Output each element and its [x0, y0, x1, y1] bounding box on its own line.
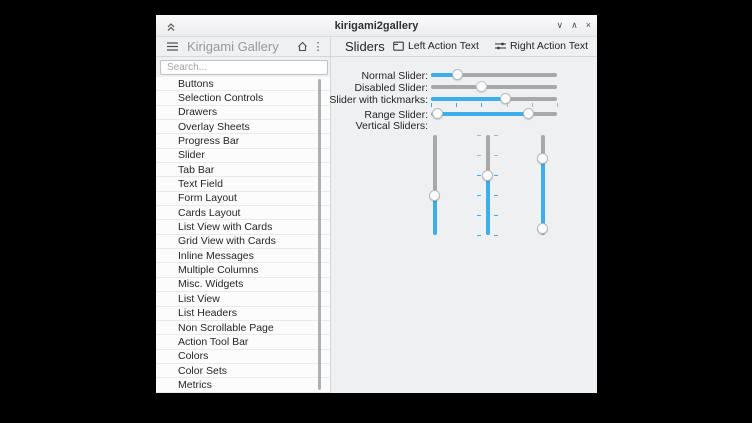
- sidebar-scrollbar[interactable]: [318, 79, 321, 390]
- document-icon: [393, 41, 404, 51]
- slider-tick: [477, 215, 481, 216]
- vertical-slider-2[interactable]: [482, 135, 493, 235]
- page-title: Sliders: [345, 39, 393, 54]
- slider-handle[interactable]: [452, 69, 463, 80]
- slider-tick: [494, 175, 498, 176]
- overflow-menu-icon[interactable]: ⋮: [310, 38, 326, 54]
- slider-fill: [431, 97, 505, 101]
- keep-above-icon[interactable]: [163, 19, 179, 35]
- list-item[interactable]: List Headers: [156, 307, 330, 321]
- slider-tick: [477, 195, 481, 196]
- list-item[interactable]: Slider: [156, 149, 330, 163]
- page-content: Normal Slider: Disabled Slider: Slider w…: [331, 56, 597, 393]
- app-title: Kirigami Gallery: [187, 39, 294, 54]
- slider-track[interactable]: [431, 112, 557, 116]
- disabled-slider: [431, 81, 557, 93]
- list-item[interactable]: List View: [156, 292, 330, 306]
- slider-tick: [477, 175, 481, 176]
- slider-tick: [494, 235, 498, 236]
- list-item[interactable]: Multiple Columns: [156, 263, 330, 277]
- slider-track[interactable]: [431, 73, 557, 77]
- list-item[interactable]: Colors: [156, 350, 330, 364]
- slider-handle[interactable]: [482, 170, 493, 181]
- slider-track[interactable]: [431, 97, 557, 101]
- range-slider[interactable]: [431, 108, 557, 120]
- close-button[interactable]: ×: [586, 21, 591, 30]
- list-item[interactable]: Action Tool Bar: [156, 335, 330, 349]
- list-item[interactable]: Buttons: [156, 77, 330, 91]
- hamburger-icon[interactable]: [164, 38, 180, 54]
- list-item[interactable]: Misc. Widgets: [156, 278, 330, 292]
- search-input[interactable]: [160, 60, 328, 75]
- adjust-icon: [495, 41, 506, 51]
- slider-tick: [494, 155, 498, 156]
- home-icon[interactable]: [294, 38, 310, 54]
- normal-slider[interactable]: [431, 69, 557, 81]
- list-item[interactable]: Metrics: [156, 378, 330, 392]
- slider-fill: [437, 112, 528, 116]
- header-row: Kirigami Gallery ⋮ Sliders Left Action T…: [156, 36, 597, 57]
- slider-tick: [477, 235, 481, 236]
- list-item[interactable]: Grid View with Cards: [156, 235, 330, 249]
- list-item[interactable]: Non Scrollable Page: [156, 321, 330, 335]
- list-item[interactable]: Tab Bar: [156, 163, 330, 177]
- slider-track[interactable]: [433, 135, 437, 235]
- list-item[interactable]: Form Layout: [156, 192, 330, 206]
- vertical-slider-3[interactable]: [537, 135, 548, 235]
- slider-handle[interactable]: [432, 108, 443, 119]
- slider-track[interactable]: [541, 135, 545, 235]
- sidebar-list: ButtonsSelection ControlsDrawersOverlay …: [156, 77, 330, 393]
- vertical-slider-1[interactable]: [429, 135, 440, 235]
- list-item[interactable]: Color Sets: [156, 364, 330, 378]
- list-item[interactable]: List View with Cards: [156, 220, 330, 234]
- list-item[interactable]: Cards Layout: [156, 206, 330, 220]
- list-item[interactable]: Overlay Sheets: [156, 120, 330, 134]
- slider-handle[interactable]: [537, 223, 548, 234]
- sidebar-header: Kirigami Gallery ⋮: [156, 36, 330, 56]
- window-buttons: ∨ ∧ ×: [557, 15, 591, 36]
- slider-tick: [477, 155, 481, 156]
- titlebar[interactable]: kirigami2gallery ∨ ∧ ×: [156, 15, 597, 37]
- app-window: kirigami2gallery ∨ ∧ × Kirigami Gallery ⋮ …: [156, 15, 597, 393]
- left-action-button[interactable]: Left Action Text: [393, 40, 479, 52]
- list-item[interactable]: Inline Messages: [156, 249, 330, 263]
- slider-fill: [486, 175, 490, 235]
- slider-fill: [541, 158, 545, 228]
- slider-track[interactable]: [431, 85, 557, 89]
- slider-tick: [494, 135, 498, 136]
- slider-handle[interactable]: [523, 108, 534, 119]
- list-item[interactable]: Progress Bar: [156, 134, 330, 148]
- slider-handle[interactable]: [429, 190, 440, 201]
- slider-tickmarks: [431, 103, 557, 107]
- slider-fill: [433, 195, 437, 235]
- maximize-button[interactable]: ∧: [571, 21, 578, 30]
- list-item[interactable]: Drawers: [156, 106, 330, 120]
- slider-tick: [494, 215, 498, 216]
- right-action-button[interactable]: Right Action Text: [495, 40, 588, 52]
- page-header: Sliders Left Action Text Right Action Te…: [331, 36, 597, 56]
- vertical-sliders-label: Vertical Sliders:: [356, 120, 428, 132]
- slider-tick: [494, 195, 498, 196]
- list-item[interactable]: Selection Controls: [156, 91, 330, 105]
- slider-handle[interactable]: [537, 153, 548, 164]
- list-item[interactable]: Text Field: [156, 177, 330, 191]
- slider-handle: [476, 81, 487, 92]
- slider-track[interactable]: [486, 135, 490, 235]
- slider-tick: [477, 135, 481, 136]
- window-title: kirigami2gallery: [156, 20, 597, 32]
- tickmarks-slider-label: Slider with tickmarks:: [329, 94, 428, 106]
- minimize-button[interactable]: ∨: [557, 21, 564, 30]
